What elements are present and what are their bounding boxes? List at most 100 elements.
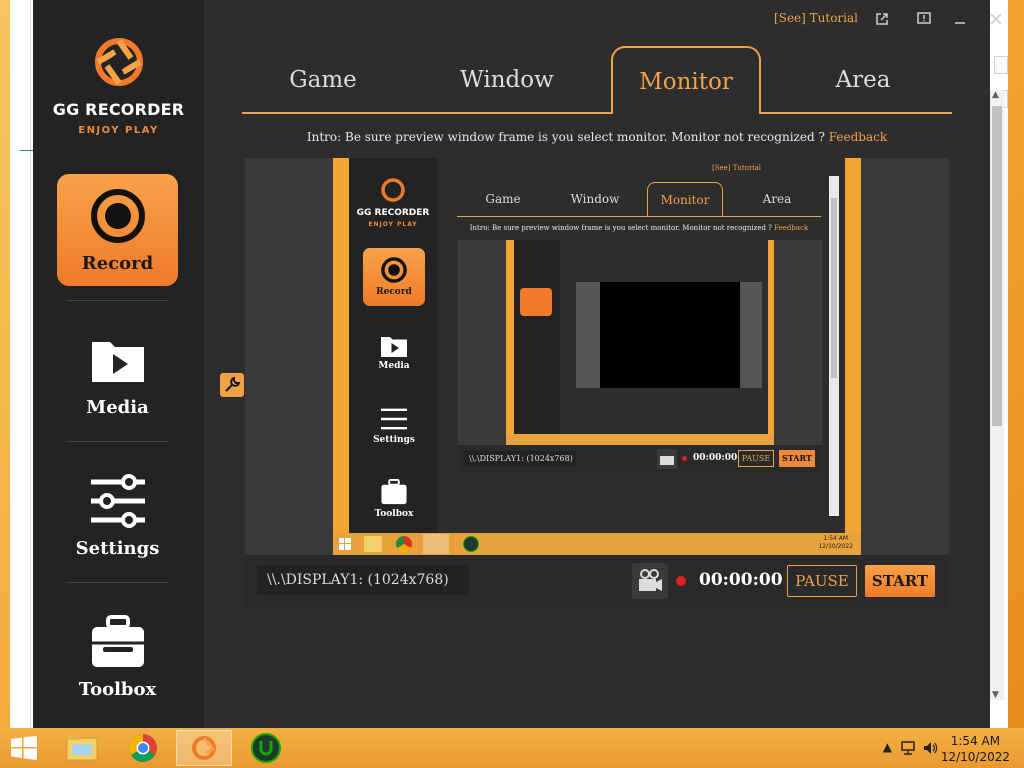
preview-explorer-icon	[364, 536, 382, 552]
scroll-up-icon[interactable]: ▲	[992, 90, 999, 100]
nav-media[interactable]: Media	[57, 318, 178, 430]
tutorial-link[interactable]: [See] Tutorial	[774, 11, 858, 25]
preview-inner-record-button	[520, 288, 552, 316]
camera-icon	[639, 569, 662, 591]
sliders-icon	[90, 474, 145, 528]
scrollbar-thumb[interactable]	[992, 106, 1002, 426]
close-icon[interactable]	[986, 9, 1006, 29]
record-timer: 00:00:00	[699, 570, 783, 590]
preview-inner-screenshot	[506, 240, 774, 445]
nav-toolbox-label: Toolbox	[78, 679, 157, 700]
preview-nav-settings: Settings	[363, 400, 425, 458]
record-icon	[90, 189, 145, 243]
tab-baseline	[242, 112, 952, 114]
preview-nav-toolbox: Toolbox	[363, 472, 425, 530]
background-divider	[30, 0, 31, 728]
capture-mode-tabs: Game Window Monitor Area	[242, 46, 952, 116]
taskbar-gg-recorder[interactable]	[176, 730, 232, 766]
preview-nav-label: Record	[376, 287, 412, 297]
preview-sidebar: GG RECORDER ENJOY PLAY Record Media Sett…	[349, 158, 437, 533]
preview-toolbox-icon	[381, 478, 407, 505]
brand-name: GG RECORDER	[52, 100, 185, 119]
nav-separator	[67, 441, 168, 442]
start-button[interactable]: START	[865, 565, 935, 597]
nav-settings[interactable]: Settings	[57, 459, 178, 571]
preview-tab-monitor: Monitor	[647, 182, 723, 216]
webcam-toggle-button[interactable]	[632, 563, 668, 599]
windows-logo-icon	[11, 736, 37, 760]
preview-scrollbar-thumb	[831, 198, 837, 378]
nav-separator	[67, 582, 168, 583]
background-scrollbar[interactable]: ▲ ▼	[990, 90, 1004, 700]
preview-nav-label: Settings	[373, 435, 415, 445]
preview-logo-icon	[381, 178, 405, 202]
minimize-icon[interactable]	[950, 9, 970, 29]
nav-media-label: Media	[86, 397, 149, 418]
preview-timer: 00:00:00	[693, 453, 738, 463]
wrench-icon[interactable]	[220, 373, 244, 397]
preview-inner-frame	[458, 240, 822, 445]
external-link-icon[interactable]	[872, 9, 892, 29]
preview-tab-game: Game	[485, 192, 521, 206]
toolbox-icon	[91, 615, 144, 667]
preview-feedback-link: Feedback	[774, 224, 809, 232]
intro-message: Intro: Be sure preview window frame is y…	[306, 130, 825, 144]
preview-inner-window	[514, 240, 768, 434]
display-selector[interactable]: \\.\DISPLAY1: (1024x768)	[257, 565, 469, 595]
preview-camera-icon	[657, 449, 677, 469]
preview-tab-baseline	[457, 216, 821, 217]
nav-record[interactable]: Record	[57, 174, 178, 286]
gg-recorder-icon	[192, 736, 216, 760]
feedback-icon[interactable]	[914, 9, 934, 29]
preview-pause-button: PAUSE	[738, 450, 774, 467]
tab-monitor[interactable]: Monitor	[611, 46, 761, 116]
preview-bottom-bar: \\.\DISPLAY1: (1024x768) 00:00:00 PAUSE …	[458, 445, 822, 473]
pause-button[interactable]: PAUSE	[787, 565, 857, 597]
preview-clock-date: 12/10/2022	[818, 543, 853, 550]
taskbar-chrome[interactable]	[115, 730, 171, 766]
start-button-windows[interactable]	[0, 730, 48, 766]
gg-recorder-window: GG RECORDER ENJOY PLAY Record Media Sett…	[33, 0, 1002, 728]
aperture-logo-icon	[94, 38, 143, 86]
preview-inner-sidebar	[514, 240, 560, 434]
preview-folder-play-icon	[381, 337, 407, 357]
preview-chrome-icon	[396, 536, 412, 552]
preview-nav-label: Media	[378, 361, 410, 371]
preview-clock-time: 1:54 AM	[823, 535, 849, 542]
folder-play-icon	[91, 342, 144, 382]
chrome-icon	[129, 734, 157, 762]
network-icon[interactable]	[900, 740, 916, 756]
nav-toolbox[interactable]: Toolbox	[57, 600, 178, 712]
tab-area[interactable]: Area	[788, 46, 938, 114]
file-explorer-icon	[66, 735, 98, 761]
preview-tutorial-link: [See] Tutorial	[712, 164, 761, 172]
preview-taskbar: 1:54 AM 12/10/2022	[333, 533, 861, 555]
system-clock[interactable]: 1:54 AM 12/10/2022	[941, 733, 1010, 765]
scroll-down-icon[interactable]: ▼	[992, 690, 999, 700]
taskbar-upwork[interactable]	[238, 730, 294, 766]
preview-intro: Intro: Be sure preview window frame is y…	[457, 224, 821, 232]
tab-window[interactable]: Window	[432, 46, 582, 114]
upwork-icon	[251, 733, 281, 763]
preview-windows-icon	[339, 538, 351, 550]
recording-indicator	[676, 576, 686, 586]
background-box	[994, 56, 1008, 74]
preview-clock: 1:54 AM 12/10/2022	[818, 535, 853, 551]
sidebar: GG RECORDER ENJOY PLAY Record Media Sett…	[33, 0, 204, 728]
tab-game[interactable]: Game	[248, 46, 398, 114]
clock-date: 12/10/2022	[940, 750, 1010, 764]
windows-taskbar: ▲ 1:54 AM 12/10/2022	[0, 728, 1024, 768]
monitor-preview: GG RECORDER ENJOY PLAY Record Media Sett…	[245, 158, 949, 555]
show-hidden-icons[interactable]: ▲	[883, 740, 892, 754]
intro-text: Intro: Be sure preview window frame is y…	[242, 130, 952, 144]
volume-icon[interactable]	[922, 740, 938, 756]
taskbar-file-explorer[interactable]	[54, 730, 110, 766]
feedback-link[interactable]: Feedback	[829, 130, 887, 144]
preview-nav-label: Toolbox	[374, 509, 414, 519]
preview-app-window: GG RECORDER ENJOY PLAY Record Media Sett…	[349, 158, 845, 533]
preview-brand: GG RECORDER	[356, 208, 430, 218]
nav-separator	[67, 300, 168, 301]
preview-tagline: ENJOY PLAY	[368, 221, 418, 228]
preview-sliders-icon	[381, 408, 407, 430]
nav-record-label: Record	[81, 253, 154, 274]
